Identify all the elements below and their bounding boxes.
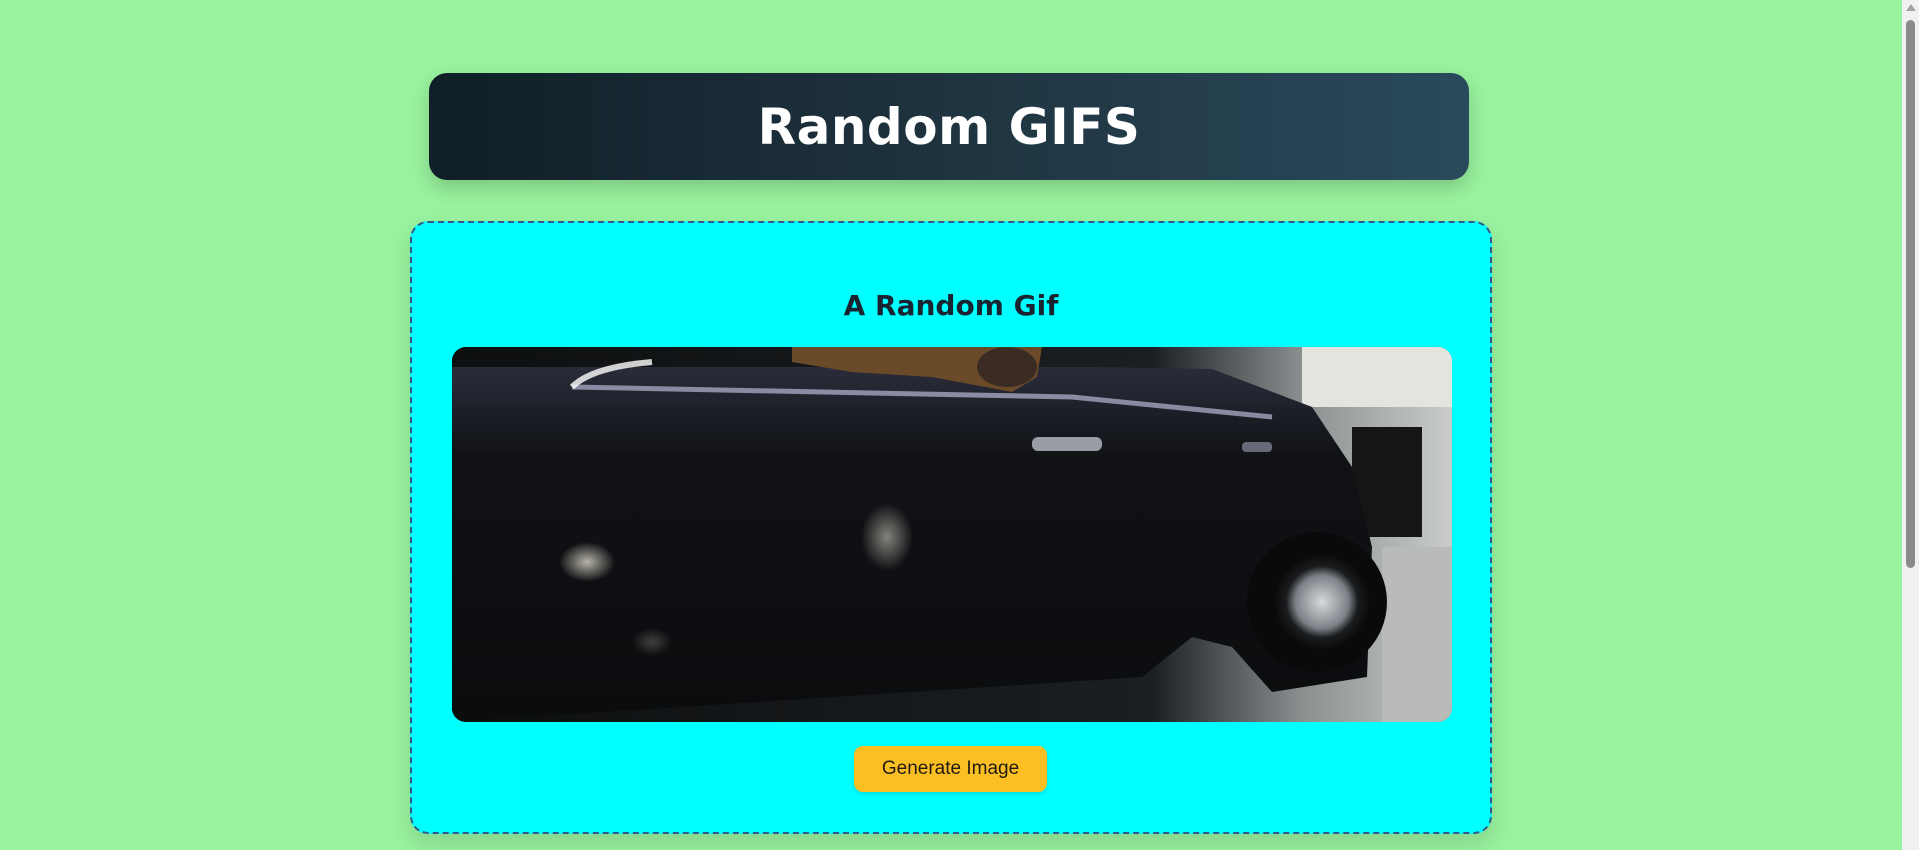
generate-image-button[interactable]: Generate Image [854,746,1047,792]
scrollbar-thumb[interactable] [1906,20,1915,568]
vertical-scrollbar[interactable] [1902,0,1919,850]
page-title: Random GIFS [757,97,1141,156]
header-banner: Random GIFS [429,73,1469,180]
page: Random GIFS A Random Gif Generate Image [0,0,1919,850]
gif-image [452,347,1452,722]
gif-card: A Random Gif Generate Image [410,221,1492,834]
card-title: A Random Gif [843,289,1059,322]
scroll-up-arrow-icon[interactable] [1906,4,1916,11]
